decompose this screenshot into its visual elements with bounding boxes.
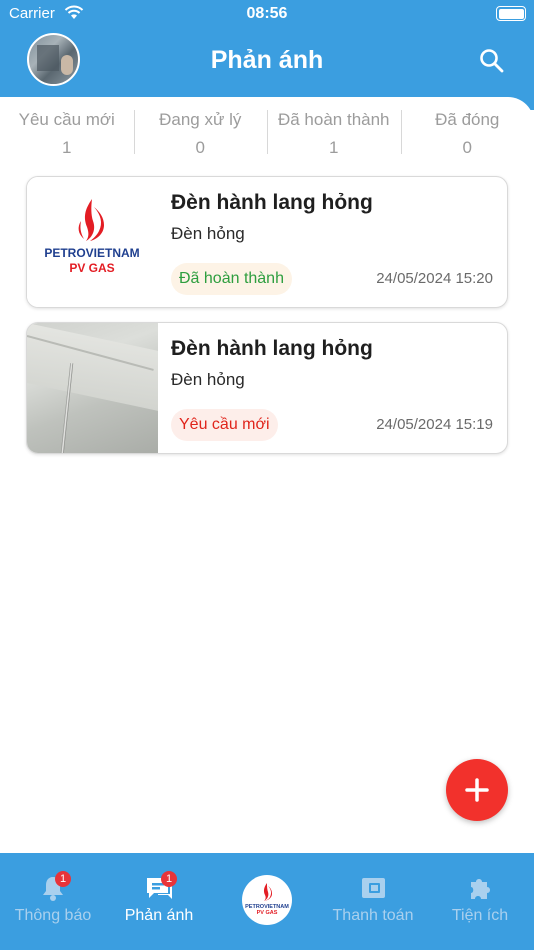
stat-label: Đang xử lý bbox=[159, 110, 242, 129]
nav-label: Thông báo bbox=[14, 907, 92, 924]
stat-count: 0 bbox=[462, 138, 472, 157]
status-summary: Yêu cầu mới 1 Đang xử lý 0 Đã hoàn thành… bbox=[0, 108, 534, 158]
status-badge: Yêu cầu mới bbox=[171, 409, 278, 441]
page-title: Phản ánh bbox=[210, 46, 324, 74]
nav-label: Thanh toán bbox=[332, 907, 414, 924]
screen: Carrier 08:56 Phản ánh Yêu cầu mới 1 Đan… bbox=[0, 0, 534, 950]
search-icon[interactable] bbox=[478, 47, 506, 75]
nav-label: Tiện ích bbox=[451, 907, 509, 924]
card-title: Đèn hành lang hỏng bbox=[171, 337, 373, 360]
card-description: Đèn hỏng bbox=[171, 370, 245, 389]
card-timestamp: 24/05/2024 15:20 bbox=[376, 270, 493, 287]
nav-utilities[interactable]: Tiện ích bbox=[427, 853, 533, 950]
stat-count: 1 bbox=[62, 138, 72, 157]
petrovietnam-logo-icon: PETROVIETNAM PV GAS bbox=[245, 883, 289, 916]
plus-icon bbox=[465, 778, 489, 802]
logo-text: PETROVIETNAM bbox=[44, 246, 139, 260]
battery-icon bbox=[496, 6, 526, 21]
stat-processing[interactable]: Đang xử lý 0 bbox=[133, 108, 268, 158]
nav-label: Phản ánh bbox=[124, 907, 194, 924]
stat-label: Yêu cầu mới bbox=[18, 110, 115, 129]
notification-badge: 1 bbox=[55, 871, 71, 887]
card-description: Đèn hỏng bbox=[171, 224, 245, 243]
stat-label: Đã đóng bbox=[435, 110, 500, 129]
stat-new[interactable]: Yêu cầu mới 1 bbox=[0, 108, 134, 158]
logo-subtext: PV GAS bbox=[69, 261, 114, 275]
stat-count: 1 bbox=[329, 138, 339, 157]
logo-subtext: PV GAS bbox=[257, 910, 278, 916]
wallet-icon bbox=[362, 878, 385, 898]
puzzle-icon bbox=[471, 879, 490, 899]
add-report-button[interactable] bbox=[446, 759, 508, 821]
clock: 08:56 bbox=[246, 5, 288, 22]
petrovietnam-logo: PETROVIETNAM PV GAS bbox=[27, 177, 158, 307]
stat-label: Đã hoàn thành bbox=[277, 110, 390, 129]
stat-completed[interactable]: Đã hoàn thành 1 bbox=[267, 108, 401, 158]
card-body: Đèn hành lang hỏng Đèn hỏng Đã hoàn thàn… bbox=[171, 177, 493, 307]
reports-badge: 1 bbox=[161, 871, 177, 887]
status-badge: Đã hoàn thành bbox=[171, 263, 292, 295]
nav-reports[interactable]: 1 Phản ánh bbox=[106, 853, 212, 950]
report-card[interactable]: Đèn hành lang hỏng Đèn hỏng Yêu cầu mới … bbox=[26, 322, 508, 454]
status-bar: Carrier 08:56 bbox=[0, 0, 534, 28]
home-logo-button[interactable]: PETROVIETNAM PV GAS bbox=[242, 875, 292, 925]
stat-closed[interactable]: Đã đóng 0 bbox=[400, 108, 534, 158]
card-body: Đèn hành lang hỏng Đèn hỏng Yêu cầu mới … bbox=[171, 323, 493, 453]
nav-notifications[interactable]: 1 Thông báo bbox=[0, 853, 106, 950]
report-card[interactable]: PETROVIETNAM PV GAS Đèn hành lang hỏng Đ… bbox=[26, 176, 508, 308]
card-title: Đèn hành lang hỏng bbox=[171, 191, 373, 214]
report-photo bbox=[27, 323, 158, 453]
nav-payments[interactable]: Thanh toán bbox=[320, 853, 426, 950]
stat-count: 0 bbox=[195, 138, 205, 157]
card-timestamp: 24/05/2024 15:19 bbox=[376, 416, 493, 433]
